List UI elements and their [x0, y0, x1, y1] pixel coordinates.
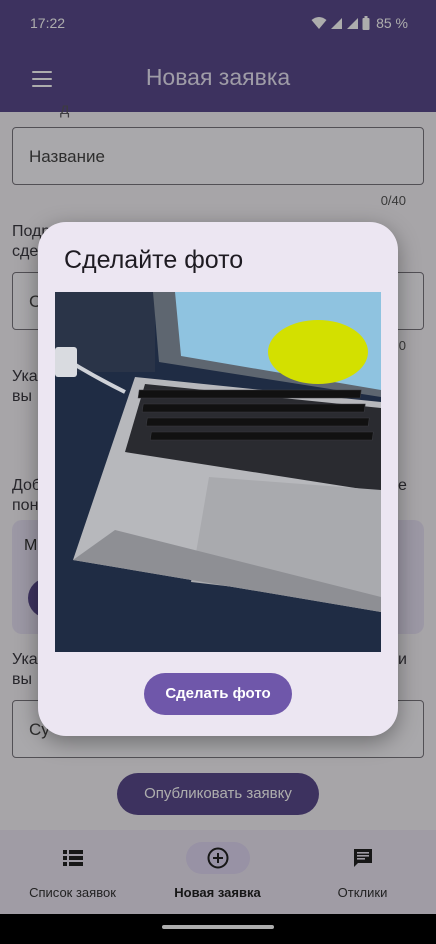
take-photo-dialog: Сделайте фото Сделать фото [38, 222, 398, 736]
camera-preview [55, 292, 381, 652]
take-photo-button[interactable]: Сделать фото [144, 673, 292, 715]
laptop-photo [55, 292, 381, 652]
dialog-title: Сделайте фото [64, 246, 244, 274]
screen: 17:22 85 % Новая заявка д Название 0/40 … [0, 0, 436, 944]
